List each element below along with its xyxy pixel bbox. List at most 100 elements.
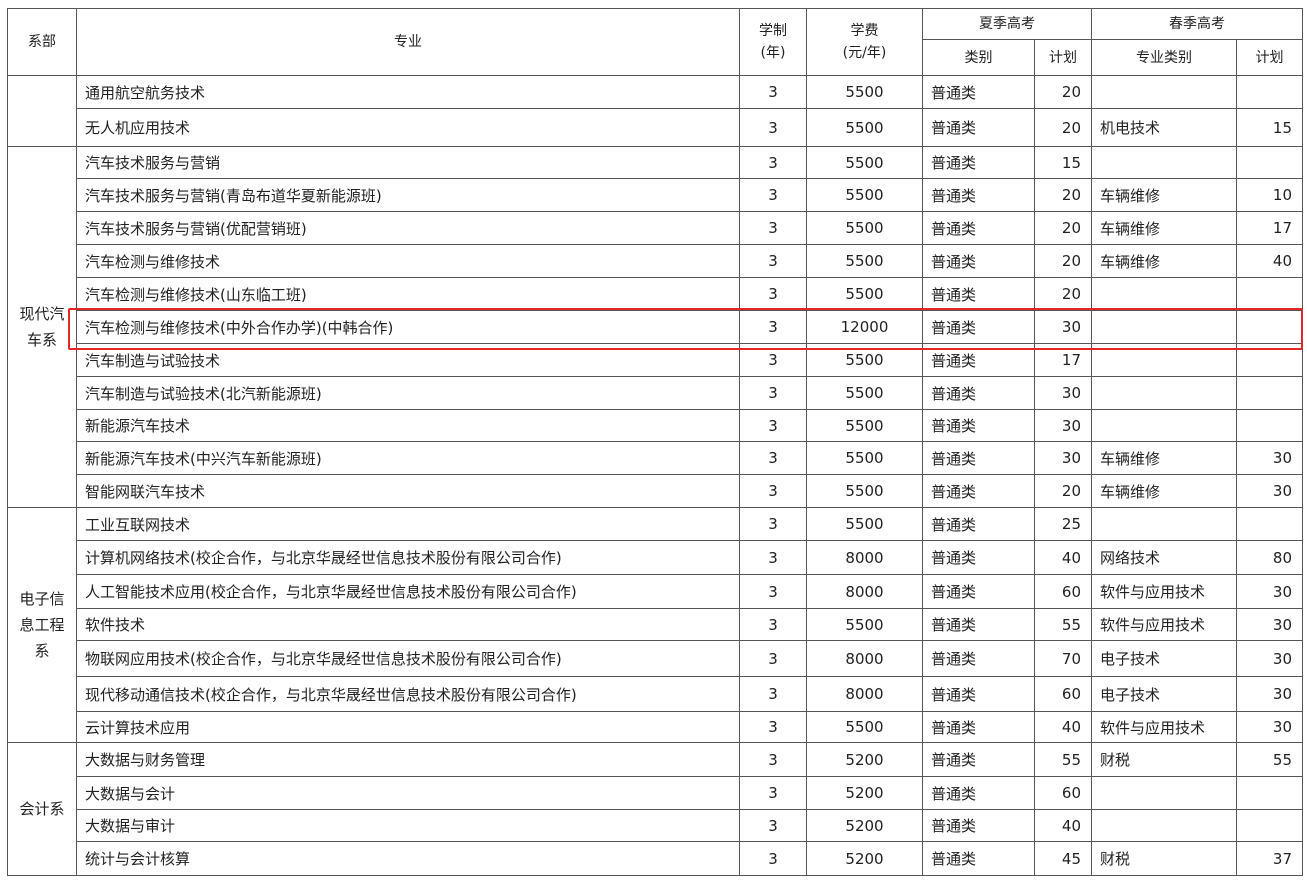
years-cell: 3 (739, 146, 807, 179)
summer-plan-cell: 20 (1034, 244, 1092, 278)
spring-type-cell (1091, 809, 1237, 842)
major-cell: 现代移动通信技术(校企合作，与北京华晟经世信息技术股份有限公司合作) (76, 676, 740, 712)
fee-cell: 5500 (806, 608, 923, 641)
spring-plan-cell: 80 (1236, 540, 1303, 575)
years-cell: 3 (739, 244, 807, 278)
header-years-line2: (年) (760, 45, 786, 61)
summer-plan-cell: 40 (1034, 540, 1092, 575)
major-cell: 汽车技术服务与营销(优配营销班) (76, 211, 740, 245)
header-summer-type: 类别 (922, 39, 1035, 76)
table-row: 大数据与会计 3 5200 普通类 60 (8, 776, 1303, 810)
spring-plan-cell (1236, 776, 1303, 810)
header-years-line1: 学制 (759, 23, 787, 39)
years-cell: 3 (739, 441, 807, 475)
table-body: 通用航空航务技术 3 5500 普通类 20 无人机应用技术 3 5500 普通类 20 机电技术 1… (7, 75, 1303, 876)
spring-plan-cell: 10 (1236, 178, 1303, 212)
spring-type-cell: 电子技术 (1091, 640, 1237, 677)
major-cell: 汽车技术服务与营销 (76, 146, 740, 179)
summer-type-cell: 普通类 (922, 178, 1035, 212)
major-cell: 人工智能技术应用(校企合作，与北京华晟经世信息技术股份有限公司合作) (76, 574, 740, 609)
years-cell: 3 (739, 574, 807, 609)
summer-plan-cell: 30 (1034, 441, 1092, 475)
summer-plan-cell: 45 (1034, 841, 1092, 876)
summer-type-cell: 普通类 (922, 809, 1035, 842)
spring-plan-cell: 30 (1236, 640, 1303, 677)
years-cell: 3 (739, 108, 807, 147)
spring-type-cell (1091, 277, 1237, 311)
years-cell: 3 (739, 343, 807, 377)
summer-type-cell: 普通类 (922, 244, 1035, 278)
spring-plan-cell: 30 (1236, 474, 1303, 508)
summer-plan-cell: 60 (1034, 574, 1092, 609)
spring-type-cell: 车辆维修 (1091, 441, 1237, 475)
summer-type-cell: 普通类 (922, 376, 1035, 410)
major-cell: 无人机应用技术 (76, 108, 740, 147)
fee-cell: 5200 (806, 809, 923, 842)
years-cell: 3 (739, 376, 807, 410)
header-spring-plan: 计划 (1236, 39, 1303, 76)
fee-cell: 5500 (806, 507, 923, 541)
summer-plan-cell: 15 (1034, 146, 1092, 179)
header-dept: 系部 (7, 8, 77, 76)
spring-plan-cell: 17 (1236, 211, 1303, 245)
summer-plan-cell: 20 (1034, 211, 1092, 245)
header-summer: 夏季高考 (922, 8, 1092, 40)
years-cell: 3 (739, 507, 807, 541)
years-cell: 3 (739, 776, 807, 810)
summer-plan-cell: 60 (1034, 776, 1092, 810)
summer-type-cell: 普通类 (922, 711, 1035, 743)
table-row: 人工智能技术应用(校企合作，与北京华晟经世信息技术股份有限公司合作) 3 8000 普… (8, 574, 1303, 609)
fee-cell: 12000 (806, 310, 923, 344)
fee-cell: 5500 (806, 146, 923, 179)
spring-type-cell (1091, 507, 1237, 541)
spring-plan-cell (1236, 376, 1303, 410)
years-cell: 3 (739, 474, 807, 508)
spring-plan-cell: 30 (1236, 608, 1303, 641)
years-cell: 3 (739, 178, 807, 212)
spring-plan-cell (1236, 277, 1303, 311)
spring-plan-cell: 37 (1236, 841, 1303, 876)
spring-type-cell (1091, 343, 1237, 377)
table-row: 物联网应用技术(校企合作，与北京华晟经世信息技术股份有限公司合作) 3 8000 普通… (8, 640, 1303, 677)
table-row: 汽车制造与试验技术(北汽新能源班) 3 5500 普通类 30 (8, 376, 1303, 410)
summer-type-cell: 普通类 (922, 409, 1035, 442)
table-row: 汽车检测与维修技术 3 5500 普通类 20 车辆维修 40 (8, 244, 1303, 278)
major-cell: 新能源汽车技术(中兴汽车新能源班) (76, 441, 740, 475)
spring-type-cell: 软件与应用技术 (1091, 711, 1237, 743)
table-row: 汽车检测与维修技术(中外合作办学)(中韩合作) 3 12000 普通类 30 (8, 310, 1303, 344)
years-cell: 3 (739, 211, 807, 245)
major-cell: 通用航空航务技术 (76, 75, 740, 109)
fee-cell: 5200 (806, 776, 923, 810)
years-cell: 3 (739, 540, 807, 575)
dept-cell (7, 75, 77, 147)
table-row: 新能源汽车技术 3 5500 普通类 30 (8, 409, 1303, 442)
summer-plan-cell: 17 (1034, 343, 1092, 377)
spring-type-cell: 软件与应用技术 (1091, 608, 1237, 641)
summer-type-cell: 普通类 (922, 608, 1035, 641)
spring-type-cell: 网络技术 (1091, 540, 1237, 575)
major-cell: 汽车制造与试验技术(北汽新能源班) (76, 376, 740, 410)
fee-cell: 8000 (806, 676, 923, 712)
years-cell: 3 (739, 608, 807, 641)
spring-type-cell (1091, 146, 1237, 179)
header-fee: 学费 (元/年) (806, 8, 923, 76)
spring-plan-cell (1236, 75, 1303, 109)
fee-cell: 5500 (806, 376, 923, 410)
table-row: 统计与会计核算 3 5200 普通类 45 财税 37 (8, 841, 1303, 876)
spring-plan-cell: 55 (1236, 742, 1303, 777)
summer-plan-cell: 60 (1034, 676, 1092, 712)
spring-type-cell: 机电技术 (1091, 108, 1237, 147)
major-cell: 物联网应用技术(校企合作，与北京华晟经世信息技术股份有限公司合作) (76, 640, 740, 677)
summer-type-cell: 普通类 (922, 574, 1035, 609)
spring-plan-cell (1236, 310, 1303, 344)
table-row: 现代汽车系 汽车技术服务与营销 3 5500 普通类 15 (7, 146, 1303, 508)
fee-cell: 5500 (806, 244, 923, 278)
years-cell: 3 (739, 409, 807, 442)
fee-cell: 5500 (806, 711, 923, 743)
summer-type-cell: 普通类 (922, 474, 1035, 508)
major-cell: 计算机网络技术(校企合作，与北京华晟经世信息技术股份有限公司合作) (76, 540, 740, 575)
spring-plan-cell: 30 (1236, 676, 1303, 712)
header-spring: 春季高考 (1091, 8, 1303, 40)
summer-plan-cell: 30 (1034, 376, 1092, 410)
table-row: 会计系 大数据与财务管理 3 5200 普通类 55 财税 55 (7, 742, 1303, 876)
